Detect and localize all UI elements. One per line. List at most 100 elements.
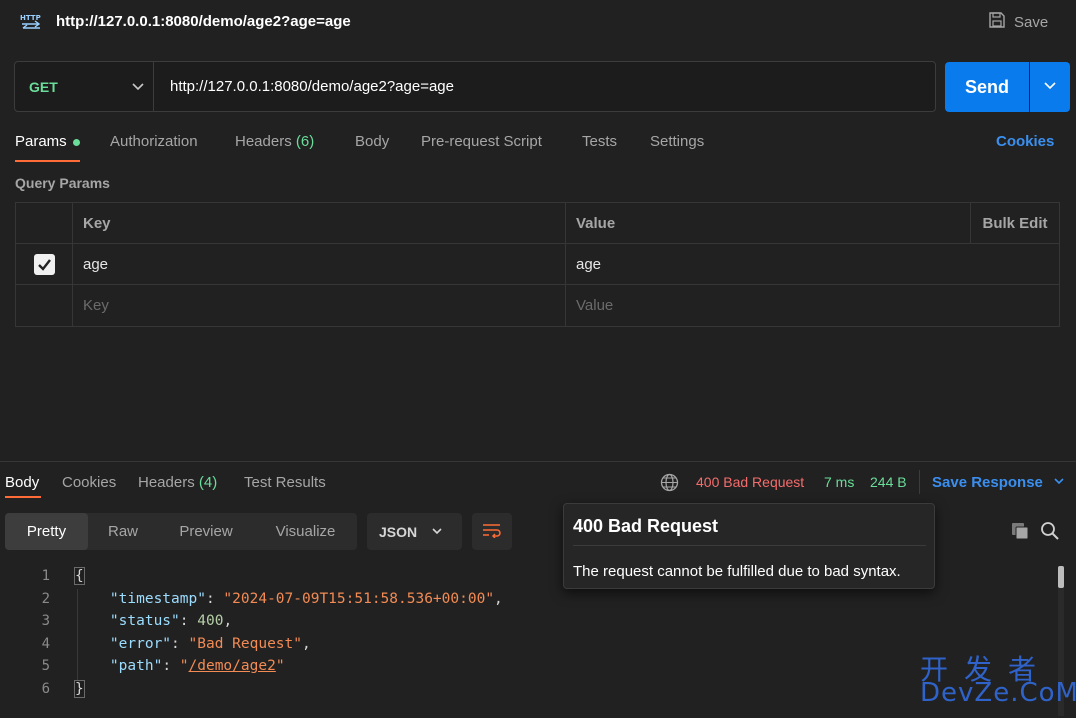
globe-icon[interactable] bbox=[660, 473, 679, 496]
format-raw[interactable]: Raw bbox=[88, 513, 158, 550]
json-quote: " bbox=[179, 658, 189, 674]
json-quote: " bbox=[275, 658, 285, 674]
request-bar: GET http://127.0.0.1:8080/demo/age2?age=… bbox=[14, 61, 936, 112]
status-code[interactable]: 400 Bad Request bbox=[696, 474, 804, 490]
query-params-heading: Query Params bbox=[15, 175, 110, 191]
code-line: 2 "timestamp": "2024-07-09T15:51:58.536+… bbox=[0, 588, 1050, 610]
param-enabled-checkbox[interactable] bbox=[33, 254, 55, 275]
tooltip-divider bbox=[573, 545, 926, 546]
line-number: 1 bbox=[41, 568, 50, 584]
save-response-label: Save Response bbox=[932, 474, 1043, 491]
checkbox-column-header bbox=[16, 203, 73, 244]
tooltip-description: The request cannot be fulfilled due to b… bbox=[573, 563, 901, 580]
json-key: "status" bbox=[109, 613, 180, 629]
chevron-down-icon bbox=[431, 524, 443, 540]
json-string: "2024-07-09T15:51:58.536+00:00" bbox=[223, 590, 495, 607]
json-key: "timestamp" bbox=[109, 590, 206, 607]
new-key-input[interactable]: Key bbox=[73, 285, 566, 326]
table-header-row: Key Value Bulk Edit bbox=[16, 203, 1059, 244]
send-options-button[interactable] bbox=[1030, 62, 1070, 112]
save-icon bbox=[988, 11, 1006, 33]
active-tab-indicator bbox=[15, 160, 80, 162]
chevron-down-icon bbox=[131, 79, 145, 97]
json-key: "error" bbox=[109, 635, 172, 652]
tab-settings[interactable]: Settings bbox=[650, 133, 704, 150]
tab-authorization[interactable]: Authorization bbox=[110, 133, 198, 150]
tab-tests[interactable]: Tests bbox=[582, 133, 617, 150]
format-toggle-group: Pretty Raw Preview Visualize bbox=[5, 513, 357, 550]
param-checkbox-cell bbox=[16, 244, 73, 285]
new-value-input[interactable]: Value bbox=[566, 285, 1059, 326]
check-icon bbox=[37, 259, 51, 271]
param-key-input[interactable]: age bbox=[73, 244, 566, 285]
code-line: 6 } bbox=[0, 678, 1050, 700]
scrollbar-thumb[interactable] bbox=[1058, 566, 1064, 588]
format-pretty[interactable]: Pretty bbox=[5, 513, 88, 550]
line-number: 3 bbox=[41, 613, 50, 629]
divider bbox=[919, 470, 920, 494]
tab-headers-label: Headers bbox=[235, 133, 292, 150]
watermark-logo: 开发者 DevZe.CoM bbox=[918, 648, 1076, 718]
active-tab-indicator bbox=[5, 496, 41, 498]
brace-close: } bbox=[74, 679, 85, 698]
json-key: "path" bbox=[109, 658, 163, 674]
line-number: 2 bbox=[41, 590, 50, 607]
tab-body[interactable]: Body bbox=[355, 133, 389, 150]
response-tab-cookies[interactable]: Cookies bbox=[62, 474, 116, 491]
response-size[interactable]: 244 B bbox=[870, 474, 907, 490]
json-string: "Bad Request" bbox=[188, 635, 303, 652]
save-label: Save bbox=[1014, 13, 1049, 31]
params-active-dot bbox=[73, 139, 80, 146]
tab-headers-count: (6) bbox=[295, 133, 315, 150]
response-time[interactable]: 7 ms bbox=[824, 474, 854, 490]
column-header-value: Value bbox=[576, 215, 616, 232]
response-tab-headers[interactable]: Headers (4) bbox=[138, 474, 217, 491]
table-row: age age bbox=[16, 244, 1059, 285]
method-label: GET bbox=[29, 78, 58, 95]
wrap-icon bbox=[482, 522, 502, 542]
code-line: 3 "status": 400, bbox=[0, 610, 1050, 632]
method-select[interactable]: GET bbox=[15, 62, 154, 111]
cookies-link[interactable]: Cookies bbox=[996, 133, 1054, 150]
table-row-empty: Key Value bbox=[16, 285, 1059, 326]
wrap-lines-button[interactable] bbox=[472, 513, 512, 550]
tab-headers[interactable]: Headers (6) bbox=[235, 133, 314, 150]
brace-open: { bbox=[74, 567, 85, 585]
param-value-input[interactable]: age bbox=[566, 244, 1059, 285]
format-visualize[interactable]: Visualize bbox=[254, 513, 357, 550]
response-tab-body[interactable]: Body bbox=[5, 474, 39, 491]
line-number: 5 bbox=[41, 658, 50, 674]
http-icon: HTTP bbox=[20, 11, 42, 31]
response-tab-test-results[interactable]: Test Results bbox=[244, 474, 326, 491]
language-select[interactable]: JSON bbox=[367, 513, 462, 550]
svg-text:HTTP: HTTP bbox=[20, 14, 41, 22]
pane-divider[interactable] bbox=[0, 461, 1076, 462]
copy-icon[interactable] bbox=[1010, 521, 1030, 545]
empty-checkbox-cell bbox=[16, 285, 73, 326]
json-path-link[interactable]: /demo/age2 bbox=[189, 658, 276, 674]
chevron-down-icon bbox=[1043, 78, 1057, 96]
line-number: 6 bbox=[41, 680, 50, 697]
save-response-button[interactable]: Save Response bbox=[932, 474, 1065, 491]
url-input[interactable]: http://127.0.0.1:8080/demo/age2?age=age bbox=[170, 78, 454, 95]
tab-params[interactable]: Params bbox=[15, 133, 67, 150]
status-tooltip: 400 Bad Request The request cannot be fu… bbox=[563, 503, 935, 589]
column-header-key: Key bbox=[73, 203, 566, 244]
response-tab-headers-count: (4) bbox=[198, 474, 218, 491]
params-table: Key Value Bulk Edit age age Key Value bbox=[15, 202, 1060, 327]
language-label: JSON bbox=[379, 523, 418, 540]
watermark-en: DevZe.CoM bbox=[920, 678, 1076, 708]
json-number: 400 bbox=[197, 613, 224, 629]
chevron-down-icon bbox=[1053, 474, 1065, 491]
code-line: 5 "path": "/demo/age2" bbox=[0, 655, 1050, 677]
save-button[interactable]: Save bbox=[988, 11, 1048, 33]
format-preview[interactable]: Preview bbox=[158, 513, 254, 550]
code-line: 4 "error": "Bad Request", bbox=[0, 633, 1050, 655]
line-number: 4 bbox=[41, 635, 50, 652]
response-tab-headers-label: Headers bbox=[138, 474, 195, 491]
tab-prerequest-script[interactable]: Pre-request Script bbox=[421, 133, 542, 150]
bulk-edit-button[interactable]: Bulk Edit bbox=[970, 203, 1059, 244]
request-title[interactable]: http://127.0.0.1:8080/demo/age2?age=age bbox=[56, 13, 351, 30]
search-icon[interactable] bbox=[1040, 521, 1060, 545]
send-button[interactable]: Send bbox=[945, 62, 1029, 112]
